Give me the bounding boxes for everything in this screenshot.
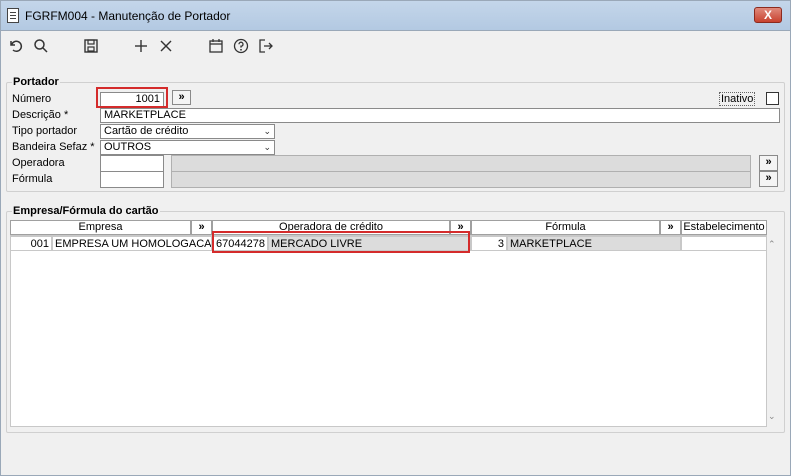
formula-label: Fórmula (12, 173, 53, 185)
empresa-lookup-button[interactable]: » (191, 220, 212, 235)
cell-empresa-name[interactable]: EMPRESA UM HOMOLOGACAO (52, 236, 212, 251)
cell-formula-name[interactable]: MARKETPLACE (507, 236, 681, 251)
tipo-portador-value: Cartão de crédito (104, 125, 189, 137)
descricao-label: Descrição * (12, 109, 69, 121)
undo-icon[interactable] (6, 36, 26, 56)
formula-code-input[interactable] (100, 171, 164, 188)
tipo-portador-select[interactable]: Cartão de crédito ⌄ (100, 124, 275, 139)
scroll-down-icon[interactable]: ⌄ (768, 411, 776, 422)
chevron-down-icon: ⌄ (263, 126, 271, 136)
formula-name-field (171, 171, 751, 188)
delete-icon[interactable] (156, 36, 176, 56)
add-icon[interactable] (131, 36, 151, 56)
empresa-group-title: Empresa/Fórmula do cartão (12, 205, 160, 217)
help-icon[interactable] (231, 36, 251, 56)
document-icon (7, 8, 19, 23)
descricao-input[interactable]: MARKETPLACE (100, 108, 780, 123)
bandeira-label: Bandeira Sefaz * (12, 141, 95, 153)
numero-highlight (96, 87, 168, 108)
exit-icon[interactable] (256, 36, 276, 56)
title-bar: FGRFM004 - Manutenção de Portador X (1, 1, 790, 31)
tipo-portador-label: Tipo portador (12, 125, 78, 137)
save-icon[interactable] (81, 36, 101, 56)
cell-empresa-code[interactable]: 001 (10, 236, 52, 251)
formula-column-lookup-button[interactable]: » (660, 220, 681, 235)
operadora-label: Operadora (12, 157, 65, 169)
portador-group-title: Portador (12, 76, 60, 88)
main-window: FGRFM004 - Manutenção de Portador X Port… (0, 0, 791, 476)
calendar-icon[interactable] (206, 36, 226, 56)
numero-label: Número (12, 93, 52, 105)
cell-estabelecimento[interactable] (681, 236, 767, 251)
toolbar (1, 32, 790, 62)
grid-body (10, 235, 767, 427)
bandeira-select[interactable]: OUTROS ⌄ (100, 140, 275, 155)
inativo-label: Inativo (719, 92, 756, 106)
scroll-up-icon[interactable]: ⌃ (768, 239, 776, 250)
operadora-name-field (171, 155, 751, 172)
column-header-empresa[interactable]: Empresa (10, 220, 191, 235)
operadora-code-input[interactable] (100, 155, 164, 172)
column-header-formula[interactable]: Fórmula (471, 220, 660, 235)
search-icon[interactable] (31, 36, 51, 56)
close-button[interactable]: X (754, 7, 782, 23)
cell-formula-code[interactable]: 3 (471, 236, 507, 251)
inativo-checkbox[interactable] (766, 92, 779, 105)
chevron-down-icon: ⌄ (263, 142, 271, 152)
formula-lookup-button[interactable]: » (759, 171, 778, 187)
operadora-lookup-button[interactable]: » (759, 155, 778, 171)
bandeira-value: OUTROS (104, 141, 152, 153)
operadora-highlight (212, 231, 470, 253)
column-header-estabelecimento[interactable]: Estabelecimento (681, 220, 767, 235)
numero-lookup-button[interactable]: » (172, 90, 191, 105)
window-title: FGRFM004 - Manutenção de Portador (25, 9, 231, 23)
